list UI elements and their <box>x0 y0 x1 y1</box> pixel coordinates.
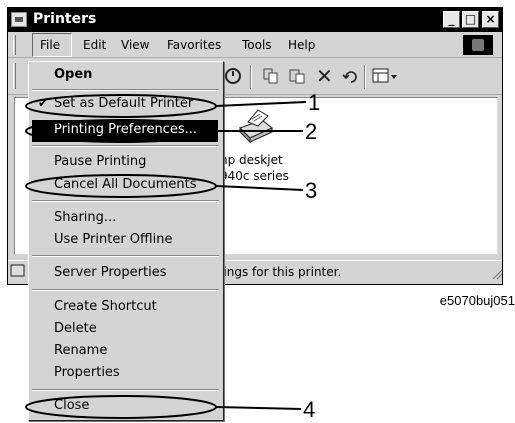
callout-number-4: 4 <box>303 397 316 422</box>
callout-ellipse-3 <box>25 174 217 198</box>
callout-leader-4 <box>215 406 302 410</box>
callout-ellipse-2 <box>25 119 217 143</box>
callout-leader-1 <box>215 101 307 107</box>
callout-number-3: 3 <box>305 178 318 203</box>
callout-leader-3 <box>215 185 304 191</box>
callout-ellipse-1 <box>25 94 217 118</box>
callout-number-2: 2 <box>305 119 318 144</box>
callout-overlay <box>25 94 307 419</box>
callout-number-1: 1 <box>308 90 321 115</box>
callout-ellipse-4 <box>25 395 217 419</box>
figure-id-caption: e5070buj051 <box>439 293 515 308</box>
